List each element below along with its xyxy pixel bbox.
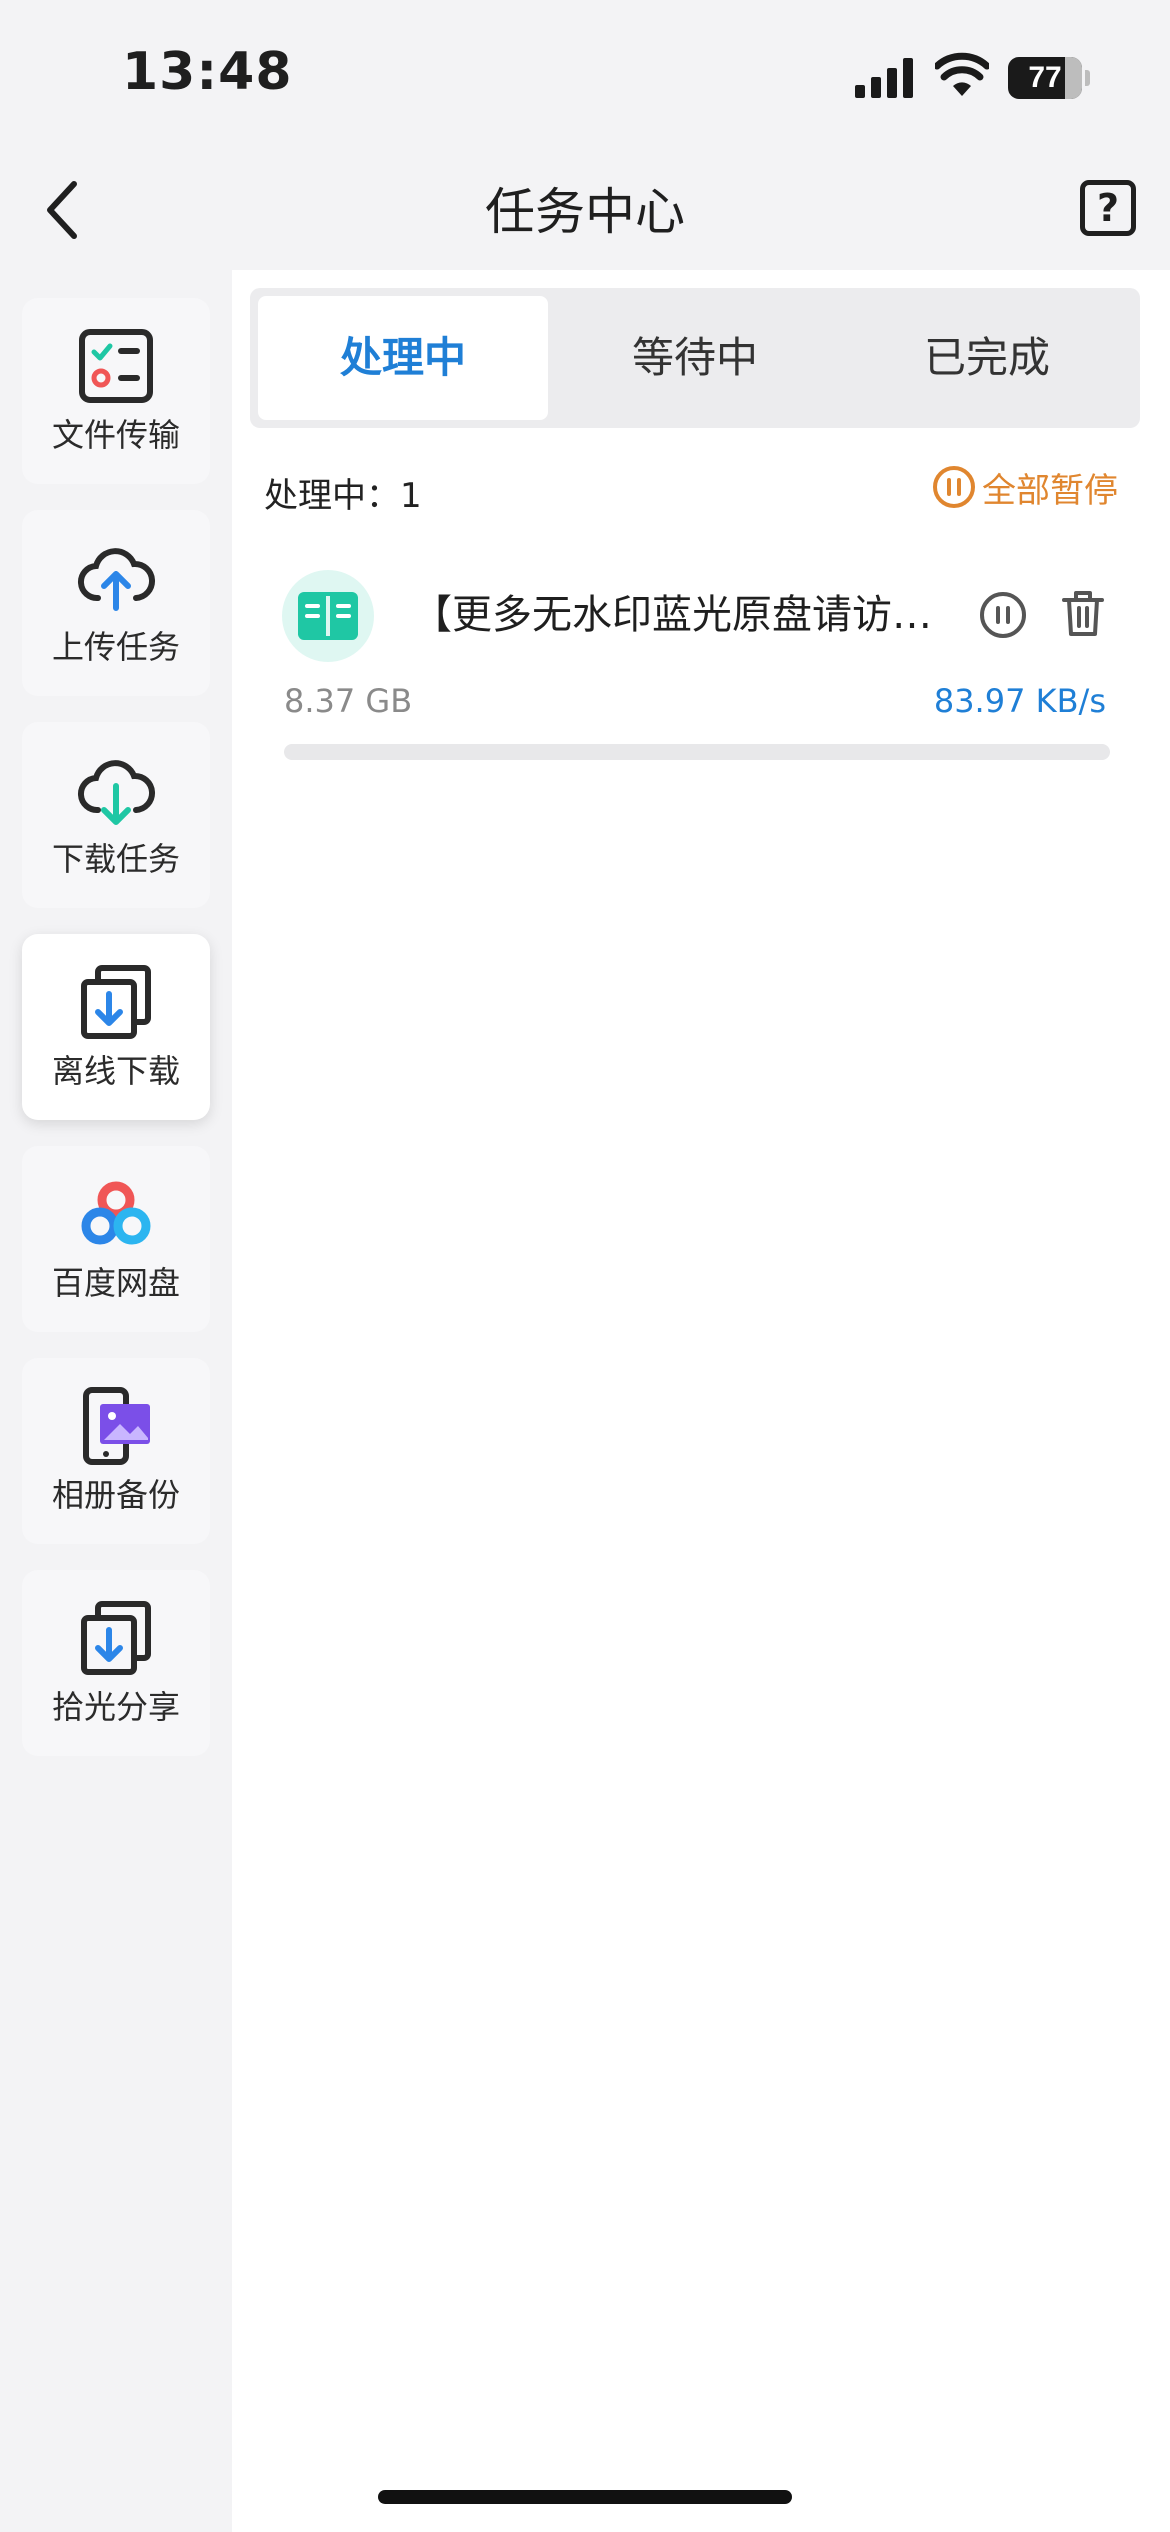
baidu-netdisk-icon — [81, 1181, 151, 1245]
pause-icon[interactable] — [978, 590, 1028, 640]
sidebar-item-label: 上传任务 — [51, 628, 180, 666]
sidebar-item-label: 文件传输 — [51, 416, 180, 454]
list-item[interactable]: 【更多无水印蓝光原盘请访… 8.37 GB 83.97 KB/s — [232, 570, 1170, 760]
sidebar: 文件传输 上传任务 下载任务 离线下载 百度网盘 相册备份 拾光分享 — [0, 270, 232, 2532]
task-thumbnail — [282, 570, 374, 662]
sidebar-item-album-backup[interactable]: 相册备份 — [22, 1358, 210, 1544]
task-progress-bar — [284, 744, 1110, 760]
main-panel: 处理中 等待中 已完成 处理中：1 全部暂停 【更多无水印蓝光原盘请访… 8.3… — [232, 270, 1170, 2532]
pause-all-button[interactable]: 全部暂停 — [932, 462, 1118, 512]
nav-bar: 任务中心 ? — [0, 150, 1170, 270]
album-backup-icon — [83, 1387, 150, 1465]
task-speed: 83.97 KB/s — [933, 682, 1106, 720]
tab-processing[interactable]: 处理中 — [258, 296, 548, 420]
sidebar-item-label: 下载任务 — [51, 840, 180, 878]
status-bar: 13:48 77 — [0, 0, 1170, 150]
pause-circle-icon — [933, 466, 975, 508]
sidebar-item-baidu-netdisk[interactable]: 百度网盘 — [22, 1146, 210, 1332]
sidebar-item-upload-tasks[interactable]: 上传任务 — [22, 510, 210, 696]
sidebar-item-label: 离线下载 — [51, 1052, 180, 1090]
help-icon[interactable]: ? — [1080, 180, 1136, 236]
sidebar-item-label: 拾光分享 — [51, 1688, 180, 1726]
cloud-upload-icon — [78, 548, 155, 611]
book-icon — [298, 592, 358, 640]
battery-cap — [1085, 70, 1090, 86]
wifi-icon — [935, 52, 989, 96]
trash-icon[interactable] — [1060, 588, 1106, 638]
share-download-icon — [81, 1601, 151, 1675]
page-title: 任务中心 — [485, 183, 685, 241]
cloud-download-icon — [78, 760, 155, 825]
task-name: 【更多无水印蓝光原盘请访… — [412, 592, 932, 638]
home-indicator — [378, 2490, 792, 2504]
processing-count: 处理中：1 — [264, 476, 422, 516]
sidebar-item-label: 百度网盘 — [51, 1264, 180, 1302]
task-size: 8.37 GB — [284, 682, 413, 720]
sidebar-item-label: 相册备份 — [51, 1476, 180, 1514]
offline-download-icon — [81, 965, 151, 1039]
sidebar-item-share[interactable]: 拾光分享 — [22, 1570, 210, 1756]
sidebar-item-file-transfer[interactable]: 文件传输 — [22, 298, 210, 484]
file-transfer-icon — [79, 329, 153, 403]
sidebar-item-download-tasks[interactable]: 下载任务 — [22, 722, 210, 908]
signal-icon — [855, 58, 913, 98]
battery-icon: 77 — [1008, 57, 1090, 99]
pause-all-label: 全部暂停 — [982, 470, 1118, 511]
status-tabs: 处理中 等待中 已完成 — [250, 288, 1140, 428]
sidebar-item-offline-download[interactable]: 离线下载 — [22, 934, 210, 1120]
status-time: 13:48 — [122, 42, 293, 102]
battery-level: 77 — [1028, 61, 1062, 94]
tab-completed[interactable]: 已完成 — [842, 296, 1132, 420]
tab-waiting[interactable]: 等待中 — [550, 296, 840, 420]
